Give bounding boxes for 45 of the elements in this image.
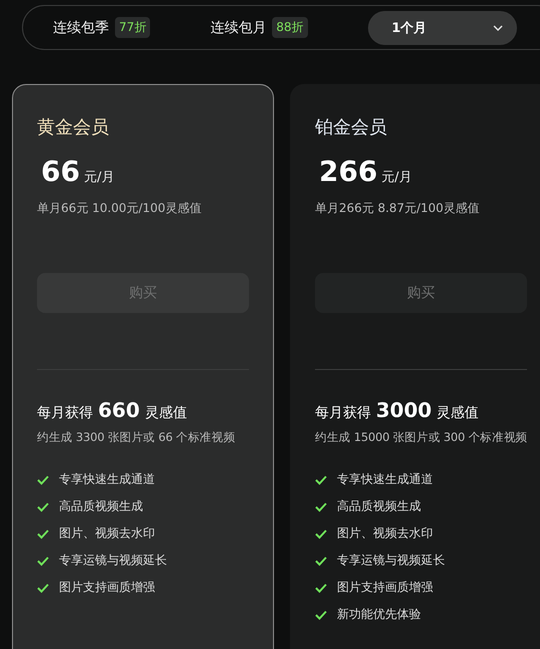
credits-amount: 3000	[376, 398, 432, 422]
feature-text: 专享快速生成通道	[59, 471, 155, 488]
price-detail: 单月66元 10.00元/100灵感值	[37, 200, 202, 217]
period-select[interactable]: 1个月	[368, 10, 517, 44]
check-icon	[37, 528, 49, 538]
credits-estimate: 约生成 15000 张图片或 300 个标准视频	[315, 430, 528, 445]
feature-text: 专享运镜与视频延长	[59, 552, 167, 569]
check-icon	[315, 610, 327, 620]
feature-text: 专享运镜与视频延长	[337, 552, 445, 569]
feature-text: 图片、视频去水印	[337, 525, 433, 542]
billing-tab[interactable]: 连续包季 77折	[53, 17, 150, 38]
discount-badge: 88折	[272, 17, 308, 38]
feature-text: 图片、视频去水印	[59, 525, 155, 542]
plan-card[interactable]: 铂金会员 266 元/月 单月266元 8.87元/100灵感值 购买 每月获得 3000 灵感值 约生成 15000 张图片或 300 个标准视频 专享快速生成通道 高品质视频生成 图片、视频去水印 专享运镜与视频延长 图片支持画质增强 新功能优先体验	[290, 84, 540, 649]
credits-amount: 660	[98, 398, 140, 422]
check-icon	[315, 502, 327, 512]
plan-price: 266	[319, 155, 378, 188]
feature-text: 图片支持画质增强	[337, 579, 433, 596]
check-icon	[37, 474, 49, 484]
credits-unit: 灵感值	[144, 404, 187, 422]
chevron-down-icon	[493, 24, 503, 30]
feature-text: 高品质视频生成	[59, 498, 143, 515]
credits-estimate: 约生成 3300 张图片或 66 个标准视频	[37, 430, 236, 445]
check-icon	[315, 528, 327, 538]
check-icon	[37, 502, 49, 512]
feature-text: 图片支持画质增强	[59, 579, 155, 596]
feature-text: 专享快速生成通道	[337, 471, 433, 488]
check-icon	[37, 582, 49, 592]
check-icon	[315, 556, 327, 566]
price-detail: 单月266元 8.87元/100灵感值	[315, 200, 480, 217]
plan-price: 66	[41, 155, 80, 188]
check-icon	[37, 556, 49, 566]
price-unit: 元/月	[84, 169, 114, 186]
billing-tab[interactable]: 连续包月 88折	[210, 17, 308, 38]
plan-name: 铂金会员	[315, 116, 388, 139]
check-icon	[315, 474, 327, 484]
discount-badge: 77折	[115, 17, 150, 38]
credits-label: 每月获得	[315, 404, 371, 422]
feature-text: 新功能优先体验	[337, 606, 421, 623]
credits-unit: 灵感值	[436, 404, 479, 422]
plan-name: 黄金会员	[37, 116, 110, 139]
price-unit: 元/月	[381, 169, 412, 186]
check-icon	[315, 582, 327, 592]
feature-text: 高品质视频生成	[337, 498, 421, 515]
credits-label: 每月获得	[37, 404, 93, 422]
